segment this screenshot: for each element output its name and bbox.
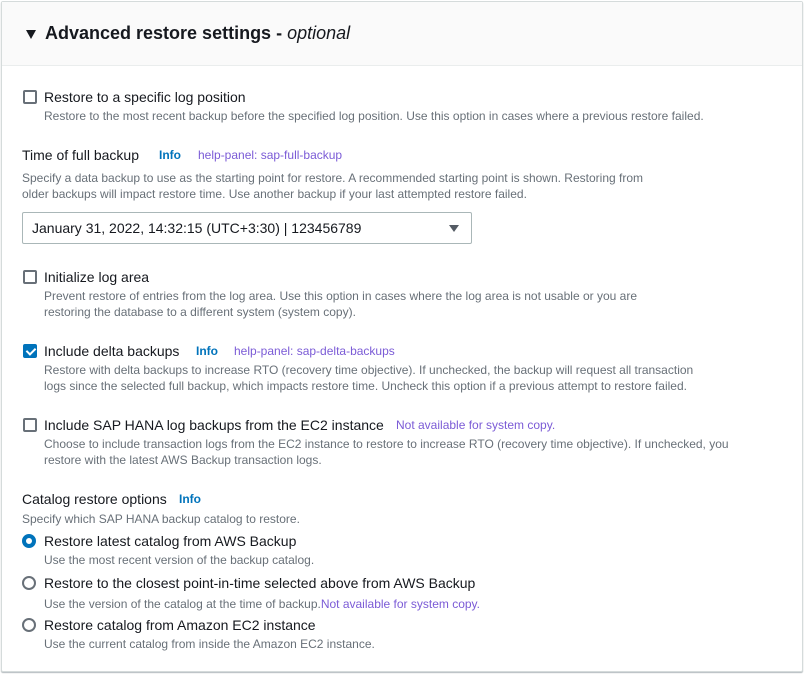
- full-backup-help-panel[interactable]: help-panel: sap-full-backup: [198, 148, 342, 162]
- hana-log-backups-description-1: Choose to include transaction logs from …: [44, 437, 729, 451]
- caret-down-icon[interactable]: [26, 29, 36, 39]
- catalog-description: Specify which SAP HANA backup catalog to…: [22, 512, 300, 526]
- catalog-option-latest-radio[interactable]: [22, 534, 36, 548]
- catalog-option-point-in-time-label: Restore to the closest point-in-time sel…: [44, 575, 476, 591]
- full-backup-info-link[interactable]: Info: [159, 148, 181, 162]
- log-position-checkbox[interactable]: [23, 90, 37, 104]
- catalog-option-ec2-label: Restore catalog from Amazon EC2 instance: [44, 617, 316, 633]
- delta-backups-description-2: logs since the selected full backup, whi…: [44, 379, 687, 393]
- log-position-description: Restore to the most recent backup before…: [44, 109, 704, 123]
- log-position-label: Restore to a specific log position: [44, 89, 246, 105]
- catalog-option-ec2-description: Use the current catalog from inside the …: [44, 637, 375, 651]
- full-backup-description-2: older backups will impact restore time. …: [22, 187, 527, 201]
- full-backup-selected-value: January 31, 2022, 14:32:15 (UTC+3:30) | …: [32, 220, 362, 236]
- panel-title: Advanced restore settings - optional: [45, 23, 351, 43]
- catalog-label: Catalog restore options: [22, 491, 167, 507]
- hana-log-backups-label: Include SAP HANA log backups from the EC…: [44, 417, 384, 433]
- caret-down-icon: [449, 225, 459, 232]
- delta-backups-description-1: Restore with delta backups to increase R…: [44, 363, 694, 377]
- delta-backups-help-panel[interactable]: help-panel: sap-delta-backups: [234, 344, 395, 358]
- catalog-option-ec2-radio[interactable]: [22, 618, 36, 632]
- catalog-option-latest-description: Use the most recent version of the backu…: [44, 553, 315, 567]
- init-log-area-description-1: Prevent restore of entries from the log …: [44, 289, 637, 303]
- full-backup-select[interactable]: January 31, 2022, 14:32:15 (UTC+3:30) | …: [22, 212, 472, 244]
- full-backup-description-1: Specify a data backup to use as the star…: [22, 171, 643, 185]
- init-log-area-label: Initialize log area: [44, 269, 150, 285]
- hana-log-backups-note: Not available for system copy.: [396, 418, 556, 432]
- init-log-area-description-2: restoring the database to a different sy…: [44, 305, 356, 319]
- catalog-option-point-in-time-note: Not available for system copy.: [320, 597, 481, 611]
- delta-backups-info-link[interactable]: Info: [196, 344, 218, 358]
- delta-backups-checkbox[interactable]: [23, 344, 37, 358]
- catalog-option-point-in-time-radio[interactable]: [22, 576, 36, 590]
- catalog-option-point-in-time-description: Use the version of the catalog at the ti…: [44, 597, 481, 611]
- catalog-option-latest-label: Restore latest catalog from AWS Backup: [44, 533, 297, 549]
- hana-log-backups-checkbox[interactable]: [23, 418, 37, 432]
- hana-log-backups-description-2: restore with the latest AWS Backup trans…: [44, 453, 322, 467]
- delta-backups-label: Include delta backups: [44, 343, 180, 359]
- catalog-info-link[interactable]: Info: [179, 492, 201, 506]
- init-log-area-checkbox[interactable]: [23, 270, 37, 284]
- panel-header[interactable]: Advanced restore settings - optional: [2, 2, 802, 66]
- full-backup-label: Time of full backup: [22, 147, 139, 163]
- optional-label: optional: [287, 23, 351, 43]
